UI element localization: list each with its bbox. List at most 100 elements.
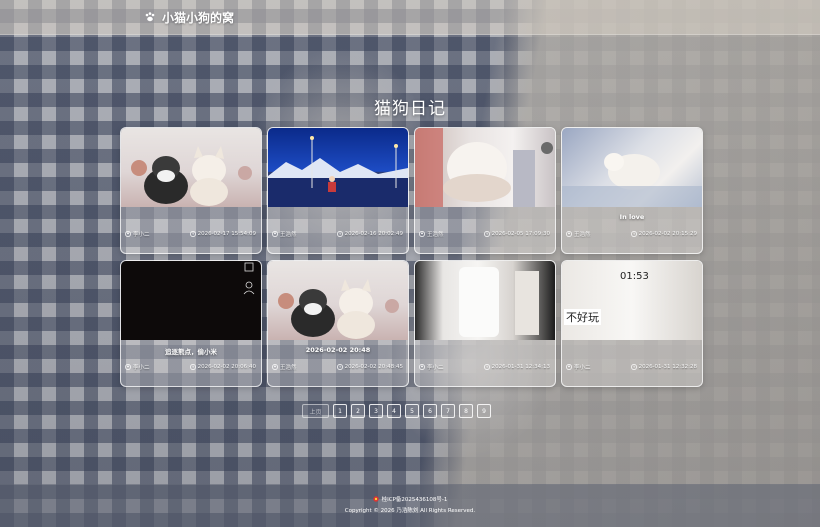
page-title: 猫狗日记	[374, 99, 446, 119]
date-text: 2026-01-31 12:32:28	[638, 364, 697, 370]
author-name: 李小二	[427, 365, 444, 371]
user-icon	[125, 364, 131, 370]
author-name: 王浩然	[574, 232, 591, 238]
page-button-8[interactable]: 8	[459, 404, 473, 418]
card-thumbnail: 01:53 不好玩	[562, 261, 702, 340]
card-thumbnail	[121, 128, 261, 207]
card-author: 李小二	[566, 363, 591, 371]
thumb-label: 不好玩	[564, 309, 601, 325]
brand-link[interactable]: 小猫小狗的窝	[144, 0, 234, 34]
clock-icon	[336, 364, 343, 370]
page-button-4[interactable]: 4	[387, 404, 401, 418]
author-name: 王浩然	[280, 365, 297, 371]
paw-icon	[145, 12, 155, 22]
clock-icon	[336, 231, 343, 237]
author-name: 王浩然	[427, 232, 444, 238]
card-date: 2026-02-02 20:15:29	[630, 231, 697, 237]
diary-card[interactable]: 01:53 不好玩 李小二 2026-01-31 12:32:28	[561, 260, 703, 387]
diary-grid: 李小二 2026-02-17 15:54:09 王浩然 2026-02-16 2…	[120, 127, 703, 387]
card-date: 2026-02-02 20:06:40	[189, 364, 256, 370]
clock-icon	[189, 231, 196, 237]
card-thumbnail	[268, 261, 408, 340]
card-meta: 李小二 2026-02-02 20:06:40	[125, 363, 256, 371]
card-thumbnail	[415, 261, 555, 340]
card-author: 王浩然	[419, 230, 444, 238]
icp-text: 桂ICP备2025436108号-1	[381, 497, 448, 503]
card-caption: 追逐熊点，偷小米	[165, 348, 217, 356]
card-meta: 王浩然 2026-02-05 17:09:30	[419, 230, 550, 238]
card-meta: 李小二 2026-02-17 15:54:09	[125, 230, 256, 238]
card-author: 李小二	[419, 363, 444, 371]
police-badge-icon	[372, 496, 379, 502]
clock-icon	[483, 364, 490, 370]
diary-card[interactable]: 李小二 2026-01-31 12:34:13	[414, 260, 556, 387]
card-thumbnail	[562, 128, 702, 207]
thumb-time: 01:53	[620, 271, 649, 282]
user-icon	[566, 231, 572, 237]
cat-on-blanket-photo	[562, 153, 702, 207]
user-icon	[125, 231, 131, 237]
card-date: 2026-01-31 12:34:13	[483, 364, 550, 370]
clock-icon	[630, 231, 637, 237]
top-navbar: 小猫小狗的窝	[0, 0, 820, 35]
date-text: 2026-02-02 20:48:45	[344, 364, 403, 370]
author-name: 王浩然	[280, 232, 297, 238]
author-name: 李小二	[133, 232, 150, 238]
card-thumbnail	[268, 128, 408, 207]
card-date: 2026-02-17 15:54:09	[189, 231, 256, 237]
dark-video-thumbnail	[243, 262, 255, 295]
date-text: 2026-02-17 15:54:09	[197, 231, 256, 237]
card-meta: 王浩然 2026-02-02 20:48:45	[272, 363, 403, 371]
night-lake-photo	[268, 136, 408, 207]
page-button-5[interactable]: 5	[405, 404, 419, 418]
date-text: 2026-02-16 20:02:49	[344, 231, 403, 237]
clock-icon	[483, 231, 490, 237]
diary-card[interactable]: 2026-02-02 20:48 王浩然 2026-02-02 20:48:45	[267, 260, 409, 387]
page-button-7[interactable]: 7	[441, 404, 455, 418]
card-thumbnail	[415, 128, 555, 207]
page-button-9[interactable]: 9	[477, 404, 491, 418]
copyright-text: Copyright © 2026 乃浩陈刘 All Rights Reserve…	[344, 508, 476, 514]
diary-card[interactable]: 王浩然 2026-02-16 20:02:49	[267, 127, 409, 254]
date-text: 2026-01-31 12:34:13	[491, 364, 550, 370]
cat-plush-photo	[131, 146, 252, 206]
page-button-1[interactable]: 1	[333, 404, 347, 418]
date-text: 2026-02-02 20:15:29	[638, 231, 697, 237]
card-caption: In love	[619, 213, 645, 221]
card-author: 王浩然	[272, 363, 297, 371]
diary-card[interactable]: In love 王浩然 2026-02-02 20:15:29	[561, 127, 703, 254]
page-button-2[interactable]: 2	[351, 404, 365, 418]
date-text: 2026-02-05 17:09:30	[491, 231, 550, 237]
card-date: 2026-02-02 20:48:45	[336, 364, 403, 370]
prev-page-button[interactable]: 上页	[302, 404, 329, 418]
user-icon	[272, 231, 278, 237]
clock-icon	[630, 364, 637, 370]
card-date: 2026-01-31 12:32:28	[630, 364, 697, 370]
user-icon	[272, 364, 278, 370]
clock-icon	[189, 364, 196, 370]
user-icon	[419, 231, 425, 237]
user-icon	[419, 364, 425, 370]
card-author: 李小二	[125, 230, 150, 238]
author-name: 李小二	[574, 365, 591, 371]
diary-card[interactable]: 李小二 2026-02-17 15:54:09	[120, 127, 262, 254]
card-caption: 2026-02-02 20:48	[305, 346, 371, 354]
date-text: 2026-02-02 20:06:40	[197, 364, 256, 370]
page-button-6[interactable]: 6	[423, 404, 437, 418]
card-author: 王浩然	[566, 230, 591, 238]
card-meta: 王浩然 2026-02-16 20:02:49	[272, 230, 403, 238]
cat-plush-photo	[278, 279, 399, 339]
pagination: 上页 1 2 3 4 5 6 7 8 9	[302, 404, 491, 418]
footer: 桂ICP备2025436108号-1 Copyright © 2026 乃浩陈刘…	[0, 484, 820, 527]
page-button-3[interactable]: 3	[369, 404, 383, 418]
sleeping-cat-photo	[415, 128, 553, 207]
author-name: 李小二	[133, 365, 150, 371]
diary-card[interactable]: 追逐熊点，偷小米 李小二 2026-02-02 20:06:40	[120, 260, 262, 387]
user-icon	[566, 364, 572, 370]
card-meta: 李小二 2026-01-31 12:34:13	[419, 363, 550, 371]
clothes-photo	[459, 267, 539, 337]
diary-card[interactable]: 王浩然 2026-02-05 17:09:30	[414, 127, 556, 254]
card-thumbnail	[121, 261, 261, 340]
card-date: 2026-02-16 20:02:49	[336, 231, 403, 237]
icp-link[interactable]: 桂ICP备2025436108号-1	[0, 495, 820, 503]
